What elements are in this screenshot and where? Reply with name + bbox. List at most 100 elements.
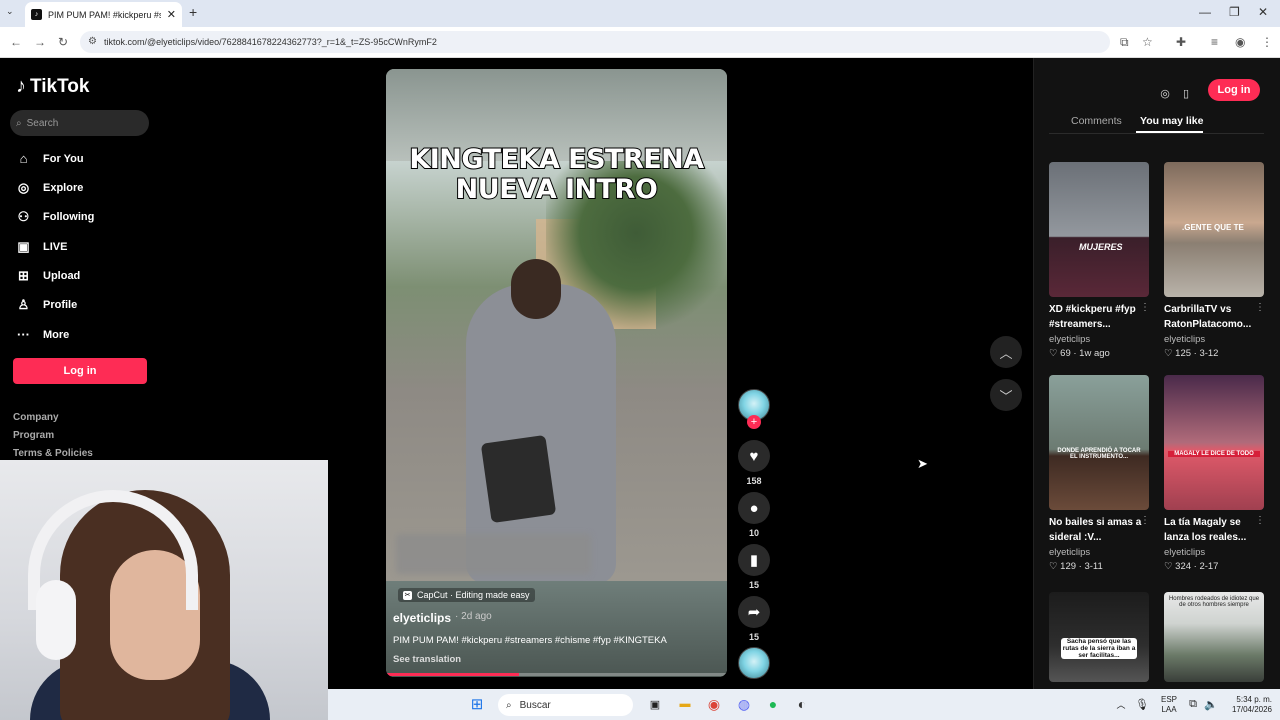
comment-button[interactable]: ● bbox=[738, 492, 770, 524]
video-progress-fill bbox=[386, 673, 519, 676]
bookmark-icon: ▮ bbox=[749, 552, 759, 569]
forward-icon[interactable]: → bbox=[34, 35, 46, 49]
microphone-icon[interactable]: 🎙 bbox=[1133, 695, 1151, 713]
tab-search-chevron-icon[interactable]: ⌄ bbox=[6, 6, 14, 17]
extensions-icon[interactable]: ✚ bbox=[1176, 35, 1186, 49]
sidebar-item-profile[interactable]: ♙ Profile bbox=[16, 297, 78, 313]
card-stats: ♡ 69 · 1w ago bbox=[1049, 348, 1110, 359]
card-user[interactable]: elyeticlips bbox=[1164, 334, 1205, 345]
card-more-icon[interactable]: ⋮ bbox=[1255, 302, 1265, 313]
card-more-icon[interactable]: ⋮ bbox=[1255, 515, 1265, 526]
see-translation-link[interactable]: See translation bbox=[393, 654, 461, 665]
site-info-icon[interactable]: ⚙ bbox=[88, 36, 97, 47]
more-icon: ··· bbox=[17, 327, 30, 342]
footer-link-terms[interactable]: Terms & Policies bbox=[13, 448, 93, 459]
chrome-icon[interactable]: ◉ bbox=[705, 695, 723, 713]
obs-icon[interactable]: ◐ bbox=[793, 695, 811, 713]
tiktok-logo[interactable]: ♪ TikTok bbox=[16, 75, 89, 98]
sidebar-item-for-you[interactable]: ⌂ For You bbox=[16, 151, 84, 166]
search-icon: ⌕ bbox=[16, 117, 22, 129]
video-thumbnail[interactable]: DONDE APRENDIÓ A TOCAR EL INSTRUMENTO... bbox=[1049, 375, 1149, 510]
card-user[interactable]: elyeticlips bbox=[1049, 547, 1090, 558]
thumbnail-text: MUJERES bbox=[1079, 242, 1123, 252]
capcut-badge[interactable]: ✂ CapCut · Editing made easy bbox=[398, 588, 535, 602]
bookmark-star-icon[interactable]: ☆ bbox=[1142, 35, 1153, 49]
video-thumbnail[interactable]: MUJERES bbox=[1049, 162, 1149, 297]
share-button[interactable]: ➦ bbox=[738, 596, 770, 628]
card-stats: ♡ 129 · 3-11 bbox=[1049, 561, 1103, 572]
next-video-button[interactable]: ﹀ bbox=[990, 379, 1022, 411]
like-button[interactable]: ♥ bbox=[738, 440, 770, 472]
sidebar-item-upload[interactable]: ⊞ Upload bbox=[16, 268, 80, 284]
capcut-icon: ✂ bbox=[403, 590, 412, 600]
language-indicator[interactable]: ESP LAA bbox=[1158, 695, 1180, 715]
device-icon[interactable]: ▯ bbox=[1176, 83, 1196, 103]
video-player[interactable]: KINGTEKA ESTRENA NUEVA INTRO ✂ CapCut · … bbox=[386, 69, 727, 677]
taskbar-search[interactable]: ⌕ Buscar bbox=[498, 694, 633, 716]
address-bar[interactable]: ⚙ tiktok.com/@elyeticlips/video/76288416… bbox=[80, 31, 1110, 53]
discord-icon[interactable]: ◍ bbox=[735, 695, 753, 713]
follow-plus-icon[interactable]: + bbox=[747, 415, 761, 429]
windows-taskbar: ⊞ ⌕ Buscar ▣ ▬ ◉ ◍ ● ◐ ︿ 🎙 ESP LAA ⧉ 🔈 5… bbox=[328, 689, 1280, 720]
new-tab-button[interactable]: + bbox=[189, 4, 197, 20]
sidebar-item-label: Upload bbox=[43, 270, 81, 282]
card-user[interactable]: elyeticlips bbox=[1164, 547, 1205, 558]
video-thumbnail[interactable]: Sacha pensó que las rutas de la sierra i… bbox=[1049, 592, 1149, 682]
compass-small-icon[interactable]: ◎ bbox=[1155, 83, 1175, 103]
card-title[interactable]: XD #kickperu #fyp #streamers... bbox=[1049, 302, 1144, 332]
maximize-icon[interactable]: ❐ bbox=[1229, 5, 1240, 19]
card-more-icon[interactable]: ⋮ bbox=[1140, 515, 1150, 526]
heart-icon: ♥ bbox=[749, 447, 759, 465]
card-title[interactable]: No bailes si amas a sideral :V... bbox=[1049, 515, 1144, 545]
windows-start-icon[interactable]: ⊞ bbox=[468, 695, 486, 713]
sidebar-login-button[interactable]: Log in bbox=[13, 358, 147, 384]
menu-kebab-icon[interactable]: ⋮ bbox=[1261, 35, 1273, 49]
video-username[interactable]: elyeticlips bbox=[393, 611, 451, 625]
back-icon[interactable]: ← bbox=[10, 35, 22, 49]
card-user[interactable]: elyeticlips bbox=[1049, 334, 1090, 345]
thumbnail-text: MAGALY LE DICE DE TODO bbox=[1168, 451, 1260, 457]
previous-video-button[interactable]: ︿ bbox=[990, 336, 1022, 368]
tab-you-may-like[interactable]: You may like bbox=[1140, 115, 1203, 127]
header-login-button[interactable]: Log in bbox=[1208, 79, 1260, 101]
sidebar-item-explore[interactable]: ◎ Explore bbox=[16, 180, 84, 196]
card-title[interactable]: La tía Magaly se lanza los reales... bbox=[1164, 515, 1259, 545]
spotify-icon[interactable]: ● bbox=[764, 695, 782, 713]
sidebar-item-following[interactable]: ⚇ Following bbox=[16, 209, 95, 225]
volume-icon[interactable]: 🔈 bbox=[1202, 695, 1220, 713]
save-button[interactable]: ▮ bbox=[738, 544, 770, 576]
video-thumbnail[interactable]: MAGALY LE DICE DE TODO bbox=[1164, 375, 1264, 510]
tab-comments[interactable]: Comments bbox=[1071, 115, 1122, 127]
clock[interactable]: 5:34 p. m. 17/04/2026 bbox=[1220, 695, 1272, 715]
browser-tab[interactable]: ♪ PIM PUM PAM! #kickperu #str ✕ bbox=[25, 2, 182, 27]
save-count: 15 bbox=[748, 580, 759, 590]
search-input[interactable]: ⌕ Search bbox=[10, 110, 149, 136]
compass-icon: ◎ bbox=[17, 180, 30, 195]
video-thumbnail[interactable]: Hombres rodeados de idiotez que de otros… bbox=[1164, 592, 1264, 682]
window-close-icon[interactable]: ✕ bbox=[1258, 5, 1268, 19]
network-icon[interactable]: ⧉ bbox=[1184, 695, 1202, 713]
video-author[interactable]: elyeticlips · 2d ago bbox=[393, 611, 492, 625]
task-view-icon[interactable]: ▣ bbox=[646, 695, 664, 713]
profile-icon[interactable]: ◉ bbox=[1235, 35, 1245, 49]
thumbnail-text: Sacha pensó que las rutas de la sierra i… bbox=[1061, 638, 1137, 659]
reload-icon[interactable]: ↻ bbox=[58, 35, 68, 49]
tab-close-icon[interactable]: ✕ bbox=[167, 8, 176, 21]
media-icon[interactable]: ≡ bbox=[1211, 35, 1218, 49]
video-thumbnail[interactable]: .GENTE QUE TE bbox=[1164, 162, 1264, 297]
install-app-icon[interactable]: ⧉ bbox=[1120, 35, 1129, 50]
sidebar-item-label: For You bbox=[43, 152, 84, 165]
tray-chevron-icon[interactable]: ︿ bbox=[1112, 695, 1130, 713]
card-title[interactable]: CarbrillaTV vs RatonPlatacomo... bbox=[1164, 302, 1259, 332]
sidebar-item-more[interactable]: ··· More bbox=[16, 327, 69, 342]
footer-link-program[interactable]: Program bbox=[13, 430, 54, 441]
file-explorer-icon[interactable]: ▬ bbox=[676, 695, 694, 713]
minimize-icon[interactable]: — bbox=[1199, 5, 1211, 19]
sound-disc-avatar[interactable] bbox=[738, 647, 770, 679]
footer-link-company[interactable]: Company bbox=[13, 412, 59, 423]
screen: ⌄ ♪ PIM PUM PAM! #kickperu #str ✕ + — ❐ … bbox=[0, 0, 1280, 720]
sidebar-item-live[interactable]: ▣ LIVE bbox=[16, 239, 67, 255]
card-more-icon[interactable]: ⋮ bbox=[1140, 302, 1150, 313]
tab-divider bbox=[1049, 133, 1264, 134]
video-progress-bar[interactable] bbox=[386, 673, 727, 676]
